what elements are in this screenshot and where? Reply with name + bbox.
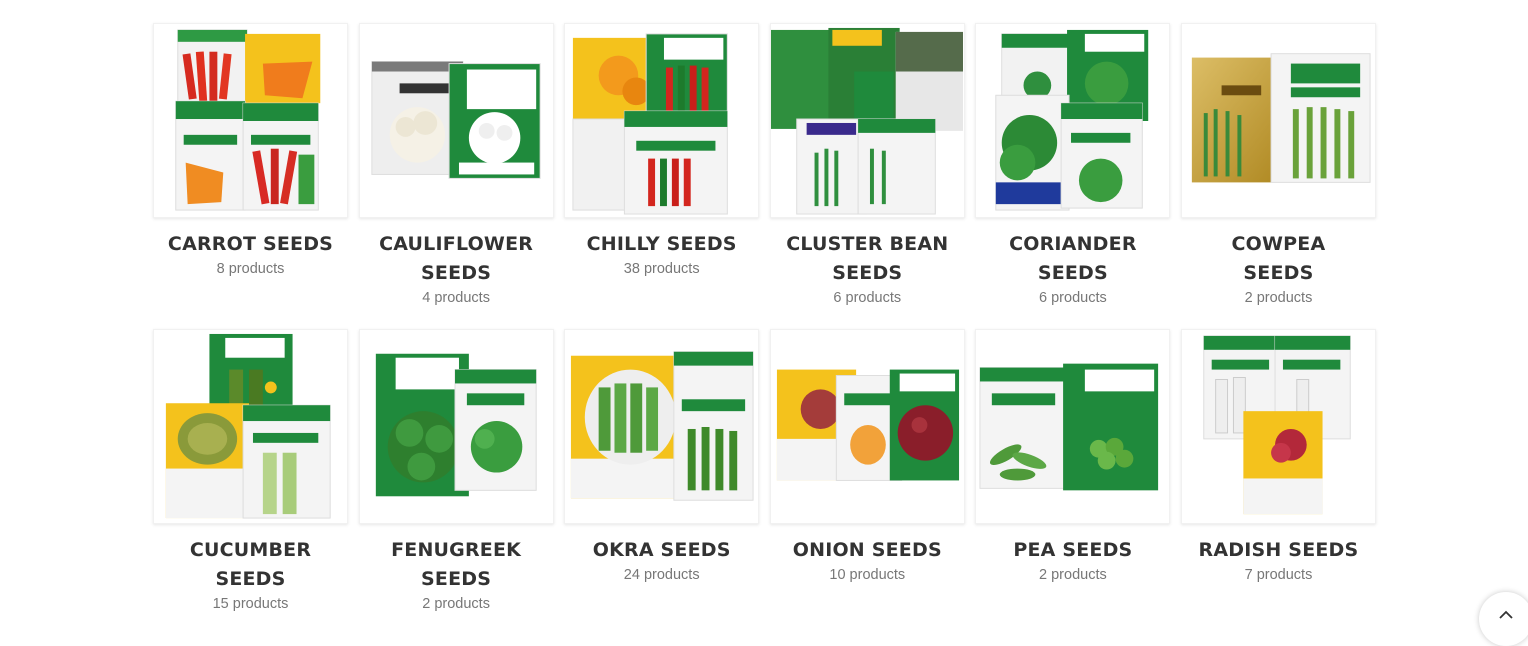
category-product-count: 2 products xyxy=(1244,290,1313,306)
category-image-fenugreek[interactable] xyxy=(358,329,554,524)
category-product-count: 4 products xyxy=(422,290,490,306)
category-name[interactable]: CUCUMBER SEEDS xyxy=(166,536,336,594)
category-image-onion[interactable] xyxy=(769,329,965,524)
scroll-to-top-button[interactable] xyxy=(1479,592,1528,646)
category-card-carrot[interactable]: CARROT SEEDS 8 products xyxy=(153,23,348,329)
category-name[interactable]: CORIANDER SEEDS xyxy=(988,230,1158,288)
category-name[interactable]: OKRA SEEDS xyxy=(577,536,747,565)
category-product-count: 38 products xyxy=(623,261,700,277)
category-card-okra[interactable]: OKRA SEEDS 24 products xyxy=(564,329,760,635)
category-product-count: 10 products xyxy=(829,567,906,583)
category-image-coriander[interactable] xyxy=(975,23,1171,218)
category-name[interactable]: CLUSTER BEAN SEEDS xyxy=(782,230,952,288)
category-card-fenugreek[interactable]: FENUGREEK SEEDS 2 products xyxy=(358,329,554,635)
category-product-count: 7 products xyxy=(1244,567,1313,583)
category-image-chilly[interactable] xyxy=(564,23,760,218)
category-product-count: 2 products xyxy=(422,596,490,612)
category-name[interactable]: CHILLY SEEDS xyxy=(577,230,747,259)
category-image-cowpea[interactable] xyxy=(1180,23,1376,218)
category-name[interactable]: CARROT SEEDS xyxy=(166,230,336,259)
category-card-cluster-bean[interactable]: CLUSTER BEAN SEEDS 6 products xyxy=(769,23,965,329)
category-image-cluster-bean[interactable] xyxy=(769,23,965,218)
category-name[interactable]: RADISH SEEDS xyxy=(1193,536,1363,565)
category-image-okra[interactable] xyxy=(564,329,760,524)
category-card-coriander[interactable]: CORIANDER SEEDS 6 products xyxy=(975,23,1171,329)
category-card-pea[interactable]: PEA SEEDS 2 products xyxy=(975,329,1171,635)
category-name[interactable]: COWPEA SEEDS xyxy=(1193,230,1363,288)
category-product-count: 8 products xyxy=(216,261,285,277)
category-card-cauliflower[interactable]: CAULIFLOWER SEEDS 4 products xyxy=(358,23,554,329)
category-product-count: 6 products xyxy=(833,290,902,306)
category-name[interactable]: ONION SEEDS xyxy=(782,536,952,565)
category-image-carrot[interactable] xyxy=(153,23,348,218)
category-card-radish[interactable]: RADISH SEEDS 7 products xyxy=(1180,329,1376,635)
category-card-cucumber[interactable]: CUCUMBER SEEDS 15 products xyxy=(153,329,348,635)
category-name[interactable]: PEA SEEDS xyxy=(988,536,1158,565)
chevron-up-icon xyxy=(1499,610,1513,619)
category-product-count: 2 products xyxy=(1039,567,1107,583)
category-product-count: 24 products xyxy=(623,567,700,583)
category-card-cowpea[interactable]: COWPEA SEEDS 2 products xyxy=(1180,23,1376,329)
category-name[interactable]: CAULIFLOWER SEEDS xyxy=(371,230,541,288)
category-card-onion[interactable]: ONION SEEDS 10 products xyxy=(769,329,965,635)
category-card-chilly[interactable]: CHILLY SEEDS 38 products xyxy=(564,23,760,329)
category-image-pea[interactable] xyxy=(975,329,1171,524)
category-grid: CARROT SEEDS 8 products CAULIFLOWER SEED… xyxy=(153,23,1376,635)
category-image-cauliflower[interactable] xyxy=(358,23,554,218)
category-image-radish[interactable] xyxy=(1180,329,1376,524)
category-product-count: 6 products xyxy=(1039,290,1107,306)
category-product-count: 15 products xyxy=(212,596,289,612)
category-image-cucumber[interactable] xyxy=(153,329,348,524)
category-name[interactable]: FENUGREEK SEEDS xyxy=(371,536,541,594)
